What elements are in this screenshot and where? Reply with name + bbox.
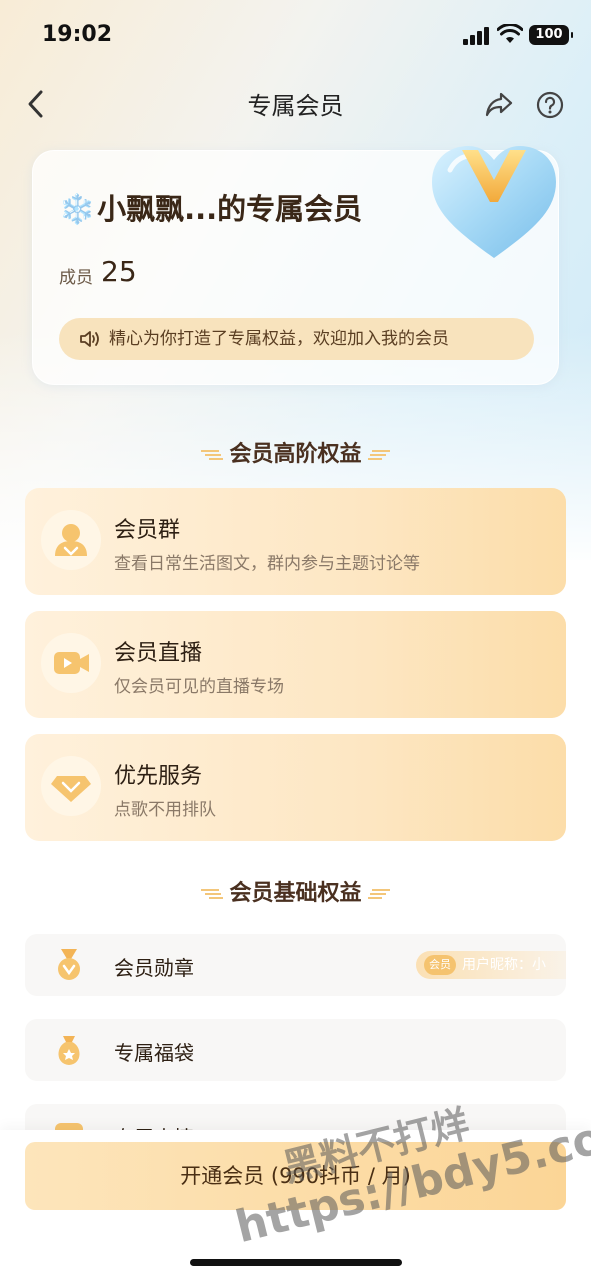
battery-icon: 100 (529, 25, 573, 45)
home-indicator (190, 1259, 402, 1266)
benefit-desc: 查看日常生活图文，群内参与主题讨论等 (114, 554, 420, 574)
priority-diamond-icon (41, 756, 101, 816)
members-label: 成员 (59, 268, 93, 288)
benefit-desc: 点歌不用排队 (114, 800, 216, 820)
basic-benefit-medal[interactable]: 会员勋章 会员 用户昵称：小 (25, 934, 566, 996)
advanced-benefits-title: 会员高阶权益 (229, 442, 362, 467)
benefit-title: 会员直播 (114, 641, 203, 666)
benefit-card-member-live[interactable]: 会员直播 仅会员可见的直播专场 (25, 611, 566, 718)
benefit-card-member-group[interactable]: 会员群 查看日常生活图文，群内参与主题讨论等 (25, 488, 566, 595)
status-bar: 19:02 100 (0, 0, 591, 70)
notice-banner: 精心为你打造了专属权益，欢迎加入我的会员 (59, 318, 534, 360)
basic-benefits-header: 会员基础权益 (0, 875, 591, 907)
member-tag: 会员 (424, 955, 456, 975)
members-count: 25 (101, 255, 137, 288)
join-membership-button[interactable]: 开通会员 (990抖币 / 月) (25, 1142, 566, 1210)
share-icon[interactable] (484, 90, 514, 118)
notice-text: 精心为你打造了专属权益，欢迎加入我的会员 (109, 329, 449, 349)
card-title: ❄️小飘飘...的专属会员 (59, 186, 362, 228)
benefit-title: 优先服务 (114, 764, 203, 789)
snowflake-icon: ❄️ (59, 192, 96, 226)
header-deco-left-icon (201, 450, 224, 460)
live-video-icon (41, 633, 101, 693)
card-title-text: 小飘飘...的专属会员 (97, 192, 363, 226)
basic-benefit-title: 专属福袋 (114, 1041, 194, 1065)
basic-benefit-lucky-bag[interactable]: 专属福袋 (25, 1019, 566, 1081)
basic-benefits-title: 会员基础权益 (229, 881, 362, 906)
status-time: 19:02 (42, 22, 113, 47)
lucky-bag-icon (58, 1036, 80, 1065)
benefit-card-priority-service[interactable]: 优先服务 点歌不用排队 (25, 734, 566, 841)
header-deco-right-icon (367, 450, 390, 460)
cellular-signal-icon (463, 27, 491, 45)
member-group-icon (41, 510, 101, 570)
header-deco-left-icon (201, 889, 224, 899)
help-icon[interactable] (536, 91, 564, 119)
benefit-desc: 仅会员可见的直播专场 (114, 677, 284, 697)
medal-icon (58, 949, 80, 980)
header-deco-right-icon (367, 889, 390, 899)
speaker-icon (80, 331, 99, 347)
medal-preview: 会员 用户昵称：小 (416, 951, 566, 979)
medal-preview-text: 用户昵称：小 (462, 957, 546, 973)
member-heart-logo-icon (432, 146, 556, 258)
benefit-title: 会员群 (114, 518, 181, 543)
basic-benefit-title: 会员勋章 (114, 956, 194, 980)
advanced-benefits-header: 会员高阶权益 (0, 436, 591, 468)
wifi-icon (497, 24, 523, 43)
